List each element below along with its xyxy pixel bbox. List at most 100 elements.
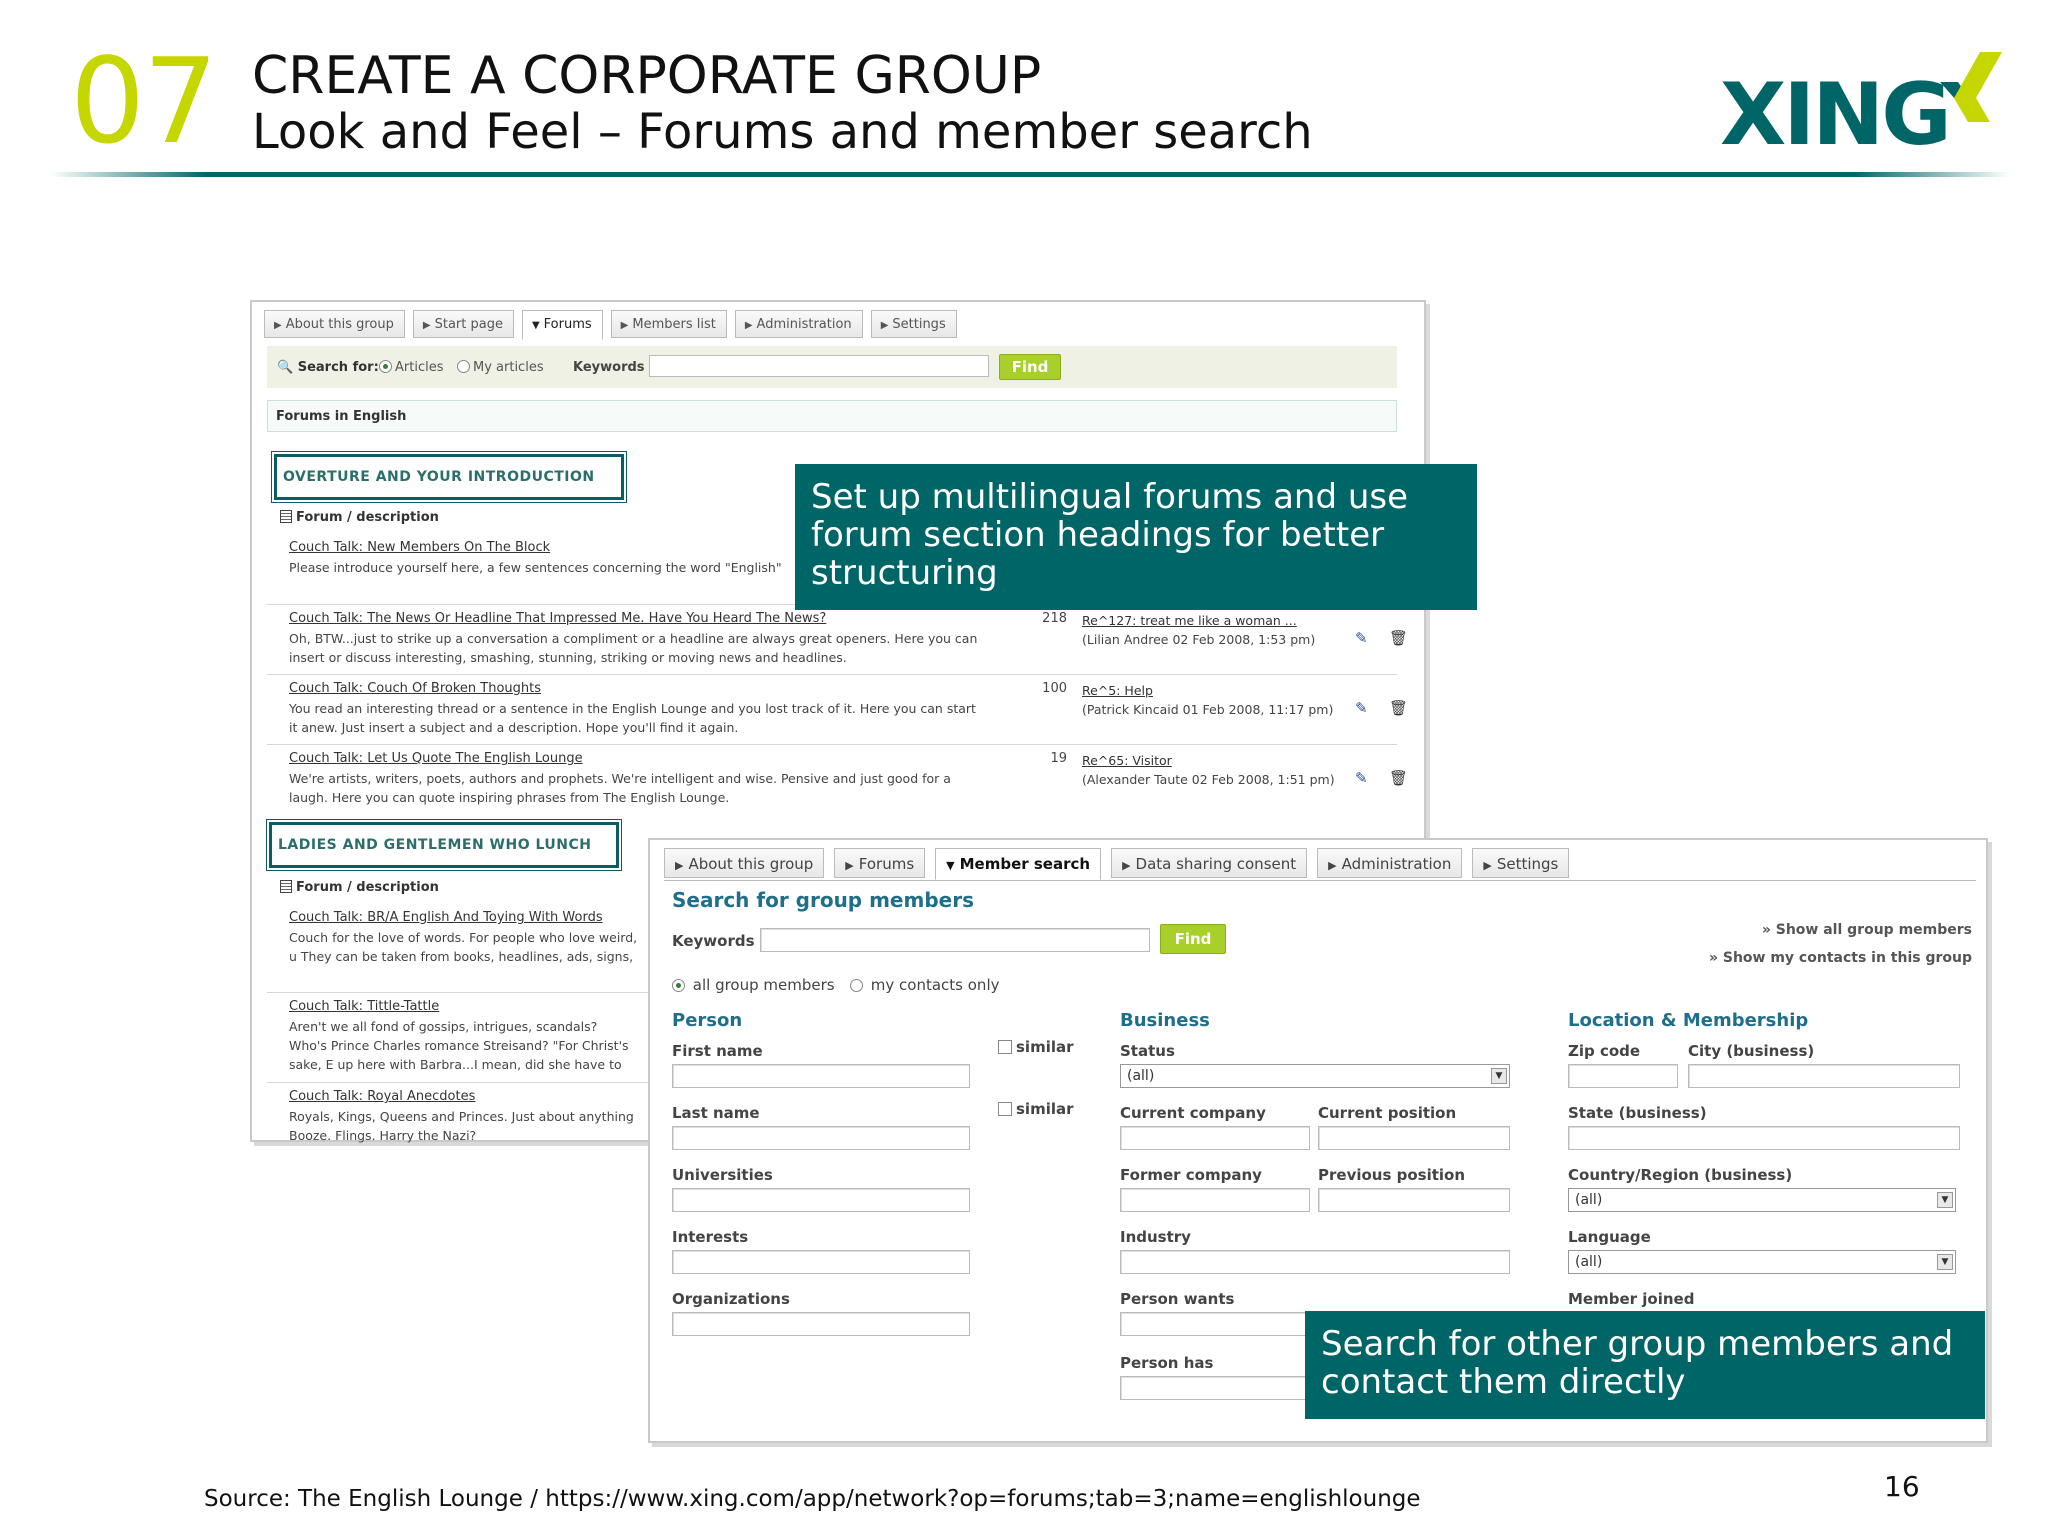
show-my-contacts-link[interactable]: » Show my contacts in this group	[1709, 950, 1972, 966]
forum-search-bar: 🔍 Search for: Articles My articles Keywo…	[267, 346, 1397, 388]
zip-code-input[interactable]	[1568, 1064, 1678, 1088]
language-select[interactable]: (all) ▼	[1568, 1250, 1956, 1274]
column-header-text: Forum / description	[296, 880, 439, 895]
trash-icon[interactable]: 🗑	[1389, 769, 1408, 787]
radio-my-articles[interactable]: My articles	[457, 360, 544, 375]
previous-position-input[interactable]	[1318, 1188, 1510, 1212]
interests-label: Interests	[672, 1228, 749, 1246]
first-name-label: First name	[672, 1042, 763, 1060]
city-input[interactable]	[1688, 1064, 1960, 1088]
first-name-similar[interactable]: similar	[998, 1038, 1074, 1056]
scope-contacts-label: my contacts only	[870, 976, 1000, 994]
tab-arrow-icon: ▶	[274, 320, 282, 331]
member-tab-bar: ▶ About this group ▶ Forums ▼ Member search…	[664, 848, 1570, 880]
current-position-label: Current position	[1318, 1104, 1457, 1122]
forum-title-link[interactable]: Couch Talk: Couch Of Broken Thoughts	[289, 681, 541, 696]
tab-about-this-group[interactable]: ▶ About this group	[664, 848, 825, 878]
tab-data-sharing-consent[interactable]: ▶ Data sharing consent	[1111, 848, 1308, 878]
last-post-link[interactable]: Re^127: treat me like a woman ...	[1082, 613, 1297, 628]
tab-forums[interactable]: ▶ Forums	[834, 848, 926, 878]
forum-title-link[interactable]: Couch Talk: Tittle-Tattle	[289, 999, 439, 1014]
chevron-down-icon: ▼	[1937, 1254, 1953, 1270]
forum-row: Couch Talk: Let Us Quote The English Lou…	[267, 744, 1408, 812]
source-note: Source: The English Lounge / https://www…	[204, 1486, 1421, 1512]
tab-members-list[interactable]: ▶ Members list	[610, 310, 727, 338]
show-all-members-link[interactable]: » Show all group members	[1762, 922, 1972, 938]
status-select[interactable]: (all) ▼	[1120, 1064, 1510, 1088]
country-label: Country/Region (business)	[1568, 1166, 1793, 1184]
edit-pencil-icon[interactable]: ✎	[1355, 699, 1368, 717]
universities-input[interactable]	[672, 1188, 970, 1212]
logo-text: XING	[1720, 65, 1952, 165]
page-number: 16	[1884, 1470, 1920, 1503]
current-position-input[interactable]	[1318, 1126, 1510, 1150]
tab-about-this-group[interactable]: ▶ About this group	[264, 310, 405, 338]
forum-title-link[interactable]: Couch Talk: Let Us Quote The English Lou…	[289, 751, 583, 766]
interests-input[interactable]	[672, 1250, 970, 1274]
language-label: Language	[1568, 1228, 1651, 1246]
radio-articles[interactable]: Articles	[379, 360, 443, 375]
chevron-down-icon: ▼	[1491, 1068, 1507, 1084]
status-label: Status	[1120, 1042, 1175, 1060]
xing-x-icon	[1940, 52, 2002, 122]
tab-label: Start page	[434, 317, 503, 332]
tab-settings[interactable]: ▶ Settings	[1472, 848, 1570, 878]
member-find-button[interactable]: Find	[1160, 924, 1226, 954]
tab-label: Data sharing consent	[1135, 855, 1297, 873]
list-icon	[280, 510, 292, 523]
tab-administration[interactable]: ▶ Administration	[734, 310, 863, 338]
last-post-link[interactable]: Re^65: Visitor	[1082, 753, 1172, 768]
post-count: 218	[1042, 611, 1067, 626]
tab-member-search[interactable]: ▼ Member search	[935, 848, 1102, 880]
last-name-input[interactable]	[672, 1126, 970, 1150]
tab-settings[interactable]: ▶ Settings	[870, 310, 957, 338]
forum-title-link[interactable]: Couch Talk: Royal Anecdotes	[289, 1089, 475, 1104]
tab-forums[interactable]: ▼ Forums	[521, 310, 603, 340]
forums-callout: Set up multilingual forums and use forum…	[795, 464, 1477, 610]
keywords-label: Keywords	[672, 932, 755, 950]
tab-administration[interactable]: ▶ Administration	[1317, 848, 1463, 878]
current-company-label: Current company	[1120, 1104, 1266, 1122]
tab-start-page[interactable]: ▶ Start page	[412, 310, 514, 338]
last-post-link[interactable]: Re^5: Help	[1082, 683, 1153, 698]
tab-label: Members list	[632, 317, 716, 332]
search-for-text: Search for:	[297, 360, 379, 375]
country-select[interactable]: (all) ▼	[1568, 1188, 1956, 1212]
person-wants-input[interactable]	[1120, 1312, 1320, 1336]
trash-icon[interactable]: 🗑	[1389, 629, 1408, 647]
universities-label: Universities	[672, 1166, 773, 1184]
member-search-title: Search for group members	[672, 888, 974, 912]
scope-my-contacts[interactable]: my contacts only	[850, 976, 999, 994]
organizations-input[interactable]	[672, 1312, 970, 1336]
tab-arrow-icon: ▶	[880, 320, 889, 331]
radio-articles-label: Articles	[395, 360, 444, 375]
forum-find-button[interactable]: Find	[999, 354, 1061, 380]
last-name-similar[interactable]: similar	[998, 1100, 1074, 1118]
forum-column-header: Forum / description	[280, 880, 439, 895]
tab-arrow-icon: ▶	[620, 320, 629, 331]
edit-pencil-icon[interactable]: ✎	[1355, 769, 1368, 787]
post-count: 100	[1042, 681, 1067, 696]
edit-pencil-icon[interactable]: ✎	[1355, 629, 1368, 647]
person-has-input[interactable]	[1120, 1376, 1320, 1400]
forum-description: Oh, BTW...just to strike up a conversati…	[289, 631, 978, 665]
forum-title-link[interactable]: Couch Talk: New Members On The Block	[289, 540, 550, 555]
city-label: City (business)	[1688, 1042, 1815, 1060]
member-keywords-input[interactable]	[760, 928, 1150, 952]
forum-title-link[interactable]: Couch Talk: The News Or Headline That Im…	[289, 611, 826, 626]
first-name-input[interactable]	[672, 1064, 970, 1088]
trash-icon[interactable]: 🗑	[1389, 699, 1408, 717]
tab-label: About this group	[285, 317, 394, 332]
last-post: Re^5: Help (Patrick Kincaid 01 Feb 2008, …	[1082, 681, 1333, 719]
header-divider	[50, 172, 2010, 177]
last-post: Re^127: treat me like a woman ... (Lilian…	[1082, 611, 1315, 649]
current-company-input[interactable]	[1120, 1126, 1310, 1150]
forum-keywords-input[interactable]	[649, 355, 989, 377]
state-input[interactable]	[1568, 1126, 1960, 1150]
radio-unselected-icon	[457, 360, 470, 373]
former-company-input[interactable]	[1120, 1188, 1310, 1212]
industry-input[interactable]	[1120, 1250, 1510, 1274]
forum-title-link[interactable]: Couch Talk: BR/A English And Toying With…	[289, 910, 603, 925]
post-count: 19	[1050, 751, 1067, 766]
scope-all-members[interactable]: all group members	[672, 976, 835, 994]
